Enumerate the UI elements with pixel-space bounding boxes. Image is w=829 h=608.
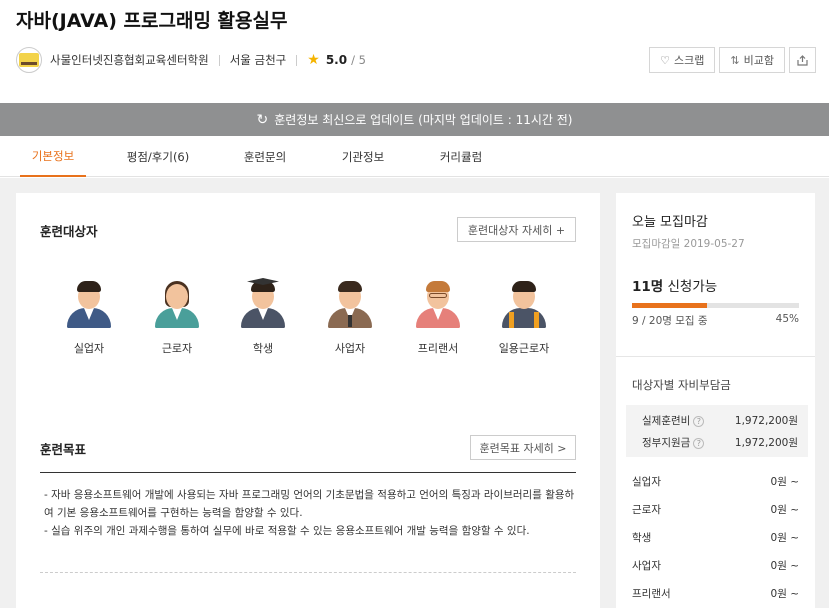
institution-name[interactable]: 사물인터넷진흥협회교육센터학원 [50,52,209,68]
goal-description: - 자바 응용소프트웨어 개발에 사용되는 자바 프로그래밍 언어의 기초문법을… [44,486,576,540]
worker-avatar-icon [153,278,201,328]
help-icon[interactable]: ? [693,416,705,427]
recruit-progress-fill [632,303,708,308]
burden-value: 0원 ~ [770,588,799,600]
burden-value: 0원 ~ [770,560,799,572]
fee-summary-box: 실제훈련비? 1,972,200원 정부지원금? 1,972,200원 [626,405,808,457]
goal-line-1: - 자바 응용소프트웨어 개발에 사용되는 자바 프로그래밍 언어의 기초문법을… [44,489,575,519]
rating-score: 5.0 [325,53,348,67]
goal-divider [40,472,576,473]
fee-row-government: 정부지원금? 1,972,200원 [626,435,808,453]
refresh-icon: ↻ [256,111,269,128]
top-actions: ♡ 스크랩 ⇅ 비교함 [645,47,816,73]
dashed-divider [40,572,576,573]
target-item-freelancer: 프리랜서 [408,278,468,356]
target-item-day-laborer: 일용근로자 [494,278,554,356]
tab-label: 커리큘럼 [439,149,483,164]
target-label: 학생 [252,342,274,355]
scrap-label: 스크랩 [674,54,705,67]
update-text: 훈련정보 최신으로 업데이트 (마지막 업데이트 : 11시간 전) [274,113,573,127]
institution-info: 사물인터넷진흥협회교육센터학원 서울 금천구 ★ 5.0 / 5 [16,46,366,74]
fee-label: 실제훈련비 [642,415,691,427]
star-icon: ★ [307,52,320,68]
available-count: 11명 [632,279,664,295]
target-label: 실업자 [73,342,105,355]
compare-button[interactable]: ⇅ 비교함 [719,47,785,73]
fee-value: 1,972,200원 [734,437,798,449]
burden-row-student: 학생 0원 ~ [632,530,799,546]
share-icon [797,54,808,66]
recruit-progress-bar [632,303,799,308]
target-list: 실업자 근로자 학생 사업자 프리랜서 일용근로자 [40,278,560,358]
heart-icon: ♡ [660,53,671,67]
burden-value: 0원 ~ [770,476,799,488]
target-label: 일용근로자 [498,342,550,355]
target-label: 사업자 [334,342,366,355]
tab-inquiry[interactable]: 훈련문의 [230,136,300,177]
divider [296,54,298,66]
target-label: 근로자 [161,342,193,355]
burden-row-worker: 근로자 0원 ~ [632,502,799,518]
institution-location: 서울 금천구 [229,53,287,67]
unemployed-avatar-icon [65,278,113,328]
target-item-worker: 근로자 [147,278,207,356]
business-owner-avatar-icon [326,278,374,328]
burden-row-freelancer: 프리랜서 0원 ~ [632,586,799,602]
burden-row-unemployed: 실업자 0원 ~ [632,474,799,490]
student-graduate-icon [239,278,287,328]
tab-label: 평점/후기(6) [126,149,190,164]
page-title: 자바(JAVA) 프로그래밍 활용실무 [16,10,288,32]
tab-label: 기본정보 [31,148,75,163]
rating-max: / 5 [351,53,366,67]
divider [616,356,815,357]
fee-value: 1,972,200원 [734,415,798,427]
divider [218,54,220,66]
burden-label: 학생 [632,532,652,544]
deadline-date: 모집마감일 2019-05-27 [632,238,745,250]
burden-label: 실업자 [632,476,661,488]
goal-detail-button[interactable]: 훈련목표 자세히 > [470,435,576,460]
tab-basic-info[interactable]: 기본정보 [20,136,86,177]
burden-value: 0원 ~ [770,532,799,544]
day-laborer-avatar-icon [500,278,548,328]
burden-value: 0원 ~ [770,504,799,516]
sidebar-title: 오늘 모집마감 [632,215,708,230]
burden-label: 사업자 [632,560,661,572]
tab-label: 훈련문의 [243,149,287,164]
recruit-sidebar: 오늘 모집마감 모집마감일 2019-05-27 11명 신청가능 9 / 20… [616,193,815,608]
enrolled-count: 9 / 20명 모집 중 [632,315,708,327]
burden-label: 근로자 [632,504,661,516]
help-icon[interactable]: ? [693,438,705,449]
fee-label: 정부지원금 [642,437,691,449]
available-seats: 11명 신청가능 [632,275,717,295]
target-label: 프리랜서 [417,342,459,355]
targets-detail-button[interactable]: 훈련대상자 자세히 + [457,217,576,242]
main-content-card [16,193,600,608]
goal-line-2: - 실습 위주의 개인 과제수행을 통하여 실무에 바로 적용할 수 있는 응용… [44,525,530,537]
tab-curriculum[interactable]: 커리큘럼 [426,136,496,177]
share-button[interactable] [789,47,816,73]
burden-label: 프리랜서 [632,588,671,600]
fee-row-actual: 실제훈련비? 1,972,200원 [626,413,808,431]
institution-logo[interactable] [16,47,42,73]
swap-icon: ⇅ [730,53,740,67]
target-item-student: 학생 [233,278,293,356]
tab-institution[interactable]: 기관정보 [328,136,398,177]
tab-reviews[interactable]: 평점/후기(6) [120,136,196,177]
burden-title: 대상자별 자비부담금 [632,378,731,392]
update-info-bar[interactable]: ↻ 훈련정보 최신으로 업데이트 (마지막 업데이트 : 11시간 전) [0,103,829,136]
freelancer-avatar-icon [414,278,462,328]
target-item-business-owner: 사업자 [320,278,380,356]
targets-title: 훈련대상자 [40,224,98,239]
enrolled-percent: 45% [775,313,799,325]
target-item-unemployed: 실업자 [59,278,119,356]
scrap-button[interactable]: ♡ 스크랩 [649,47,716,73]
compare-label: 비교함 [743,54,774,67]
available-suffix: 신청가능 [663,279,718,295]
goal-title: 훈련목표 [40,442,87,457]
burden-row-business-owner: 사업자 0원 ~ [632,558,799,574]
tab-label: 기관정보 [341,149,385,164]
tab-bar: 기본정보 평점/후기(6) 훈련문의 기관정보 커리큘럼 [0,136,829,177]
